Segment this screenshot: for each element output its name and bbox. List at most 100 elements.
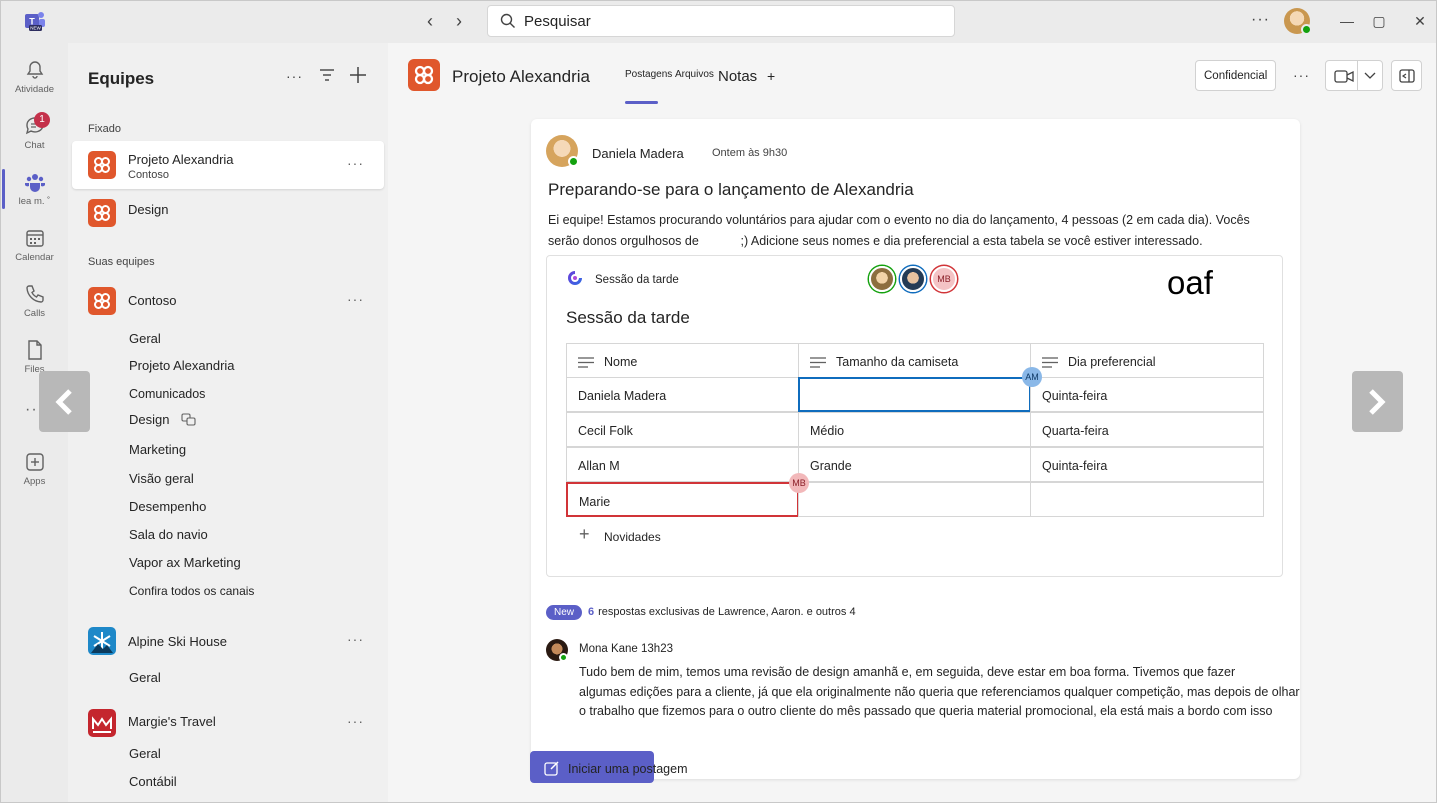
search-input[interactable]: Pesquisar: [487, 5, 955, 37]
active-tab-indicator: [625, 101, 658, 104]
channel-item[interactable]: Geral: [129, 331, 161, 346]
rail-chat[interactable]: 1 Chat: [1, 112, 68, 151]
column-header[interactable]: Dia preferencial: [1030, 343, 1264, 378]
table-cell[interactable]: Daniela Madera: [566, 377, 799, 412]
team-more-icon[interactable]: ···: [347, 291, 364, 307]
collaborator-avatar[interactable]: [869, 266, 895, 292]
channel-title: Projeto Alexandria: [452, 67, 590, 86]
tab-posts[interactable]: Postagens: [625, 69, 672, 80]
maximize-icon[interactable]: ▢: [1369, 11, 1389, 31]
table-cell[interactable]: Quinta-feira: [1030, 377, 1264, 412]
team-name: Contoso: [128, 293, 177, 308]
column-header[interactable]: Nome: [566, 343, 799, 378]
channel-item[interactable]: Sala do navio: [129, 527, 208, 542]
channel-item[interactable]: Geral: [129, 670, 161, 685]
replies-summary[interactable]: New 6 respostas exclusivas de Lawrence, Aa…: [546, 605, 856, 620]
channel-item[interactable]: Comunicados: [129, 387, 205, 401]
table-cell[interactable]: Grande: [798, 447, 1031, 482]
team-logo-icon: [88, 199, 116, 227]
add-tab-button[interactable]: +: [767, 68, 775, 84]
rail-teams[interactable]: lea m. ˚: [1, 171, 68, 207]
table-cell[interactable]: Quinta-feira: [1030, 447, 1264, 482]
table-cell-active[interactable]: [798, 377, 1031, 412]
back-arrow-icon[interactable]: ‹: [419, 11, 441, 33]
rail-activity[interactable]: Atividade: [1, 59, 68, 95]
channel-item[interactable]: Projeto Alexandria: [129, 358, 235, 373]
reply-count: 6: [588, 606, 595, 618]
teams-icon: [24, 174, 45, 192]
team-more-icon[interactable]: ···: [347, 631, 364, 647]
replies-text: respostas exclusivas de Lawrence, Aaron.…: [598, 606, 856, 618]
carousel-next-button[interactable]: [1352, 371, 1403, 432]
channel-item[interactable]: Vapor ax Marketing: [129, 555, 241, 570]
rail-calendar[interactable]: Calendar: [1, 227, 68, 263]
loop-component[interactable]: Sessão da tarde MB oaf Sessão da tarde N…: [546, 255, 1283, 577]
forward-arrow-icon[interactable]: ›: [448, 11, 470, 33]
table-cell[interactable]: Médio: [798, 412, 1031, 447]
loop-component-label: Sessão da tarde: [595, 274, 679, 286]
collaborator-avatar-mb[interactable]: MB: [931, 266, 957, 292]
team-more-icon[interactable]: ···: [347, 155, 364, 171]
team-alpine-ski-house[interactable]: Alpine Ski House ···: [72, 617, 384, 665]
table-cell[interactable]: Allan M: [566, 447, 799, 482]
table-cell[interactable]: Cecil Folk: [566, 412, 799, 447]
sensitivity-label-button[interactable]: Confidencial: [1195, 60, 1276, 91]
meet-button[interactable]: [1325, 60, 1383, 91]
channel-more-icon[interactable]: ···: [1293, 67, 1310, 83]
close-icon[interactable]: ✕: [1410, 11, 1430, 31]
carousel-prev-button[interactable]: [39, 371, 90, 432]
rail-label: lea m. ˚: [18, 196, 51, 207]
calendar-icon: [25, 230, 44, 247]
pinned-team-design[interactable]: Design: [72, 189, 384, 237]
chevron-right-icon: [1369, 389, 1386, 415]
open-panel-button[interactable]: [1391, 60, 1422, 91]
chat-badge: 1: [34, 112, 50, 128]
column-header[interactable]: Tamanho da camiseta: [798, 343, 1031, 378]
tab-files[interactable]: Arquivos: [675, 69, 714, 80]
filter-icon[interactable]: [319, 68, 335, 82]
team-margies-travel[interactable]: Margie's Travel ···: [72, 699, 384, 747]
channel-item[interactable]: Marketing: [129, 442, 186, 457]
team-more-icon[interactable]: ···: [347, 713, 364, 729]
your-teams-section-label: Suas equipes: [88, 256, 155, 268]
pinned-team-projeto-alexandria[interactable]: Projeto Alexandria Contoso ···: [72, 141, 384, 189]
channel-item[interactable]: Contábil: [129, 774, 177, 789]
channel-item[interactable]: Visão geral: [129, 471, 194, 486]
panel-more-icon[interactable]: ···: [286, 68, 303, 84]
settings-more-button[interactable]: ···: [1251, 11, 1270, 29]
reply-body: Tudo bem de mim, temos uma revisão de de…: [579, 663, 1300, 722]
rail-apps[interactable]: Apps: [1, 451, 68, 487]
post-timestamp: Ontem às 9h30: [712, 147, 788, 159]
table-cell[interactable]: [798, 482, 1031, 517]
team-contoso[interactable]: Contoso ···: [72, 277, 384, 325]
post-body-line: serão donos orgulhosos de ;) Adicione se…: [548, 234, 1203, 248]
team-logo-icon: [88, 627, 116, 655]
see-all-channels-link[interactable]: Confira todos os canais: [129, 584, 254, 598]
reply-line: o trabalho que fizemos para o outro clie…: [579, 704, 1273, 718]
loop-table-title: Sessão da tarde: [566, 308, 690, 327]
start-post-button[interactable]: Iniciar uma postagem: [530, 751, 688, 783]
table-cell[interactable]: Quarta-feira: [1030, 412, 1264, 447]
rail-calls[interactable]: Calls: [1, 283, 68, 319]
teams-window: T NEW ‹ › Pesquisar ··· — ▢ ✕ Atividade …: [0, 0, 1437, 803]
channel-item-design[interactable]: Design: [129, 412, 196, 427]
add-row-button[interactable]: Novidades: [604, 530, 661, 544]
tab-notes[interactable]: Notas: [718, 68, 757, 85]
collaborator-avatar[interactable]: [900, 266, 926, 292]
rail-label: Calls: [23, 308, 46, 319]
pinned-section-label: Fixado: [88, 123, 122, 135]
presence-available-icon: [1301, 24, 1312, 35]
start-post-label: Iniciar uma postagem: [568, 762, 688, 776]
add-icon[interactable]: [349, 66, 367, 84]
table-cell-active[interactable]: Marie: [566, 482, 799, 517]
channel-item[interactable]: Desempenho: [129, 499, 206, 514]
add-row-icon[interactable]: +: [579, 524, 590, 545]
rail-files[interactable]: Files: [1, 339, 68, 375]
minimize-icon[interactable]: —: [1337, 11, 1357, 31]
compose-icon: [544, 761, 559, 776]
post-author[interactable]: Daniela Madera: [592, 146, 684, 161]
panel-title: Equipes: [88, 69, 155, 88]
table-cell[interactable]: [1030, 482, 1264, 517]
collaborator-cursor-mb: MB: [789, 473, 809, 493]
channel-item[interactable]: Geral: [129, 746, 161, 761]
